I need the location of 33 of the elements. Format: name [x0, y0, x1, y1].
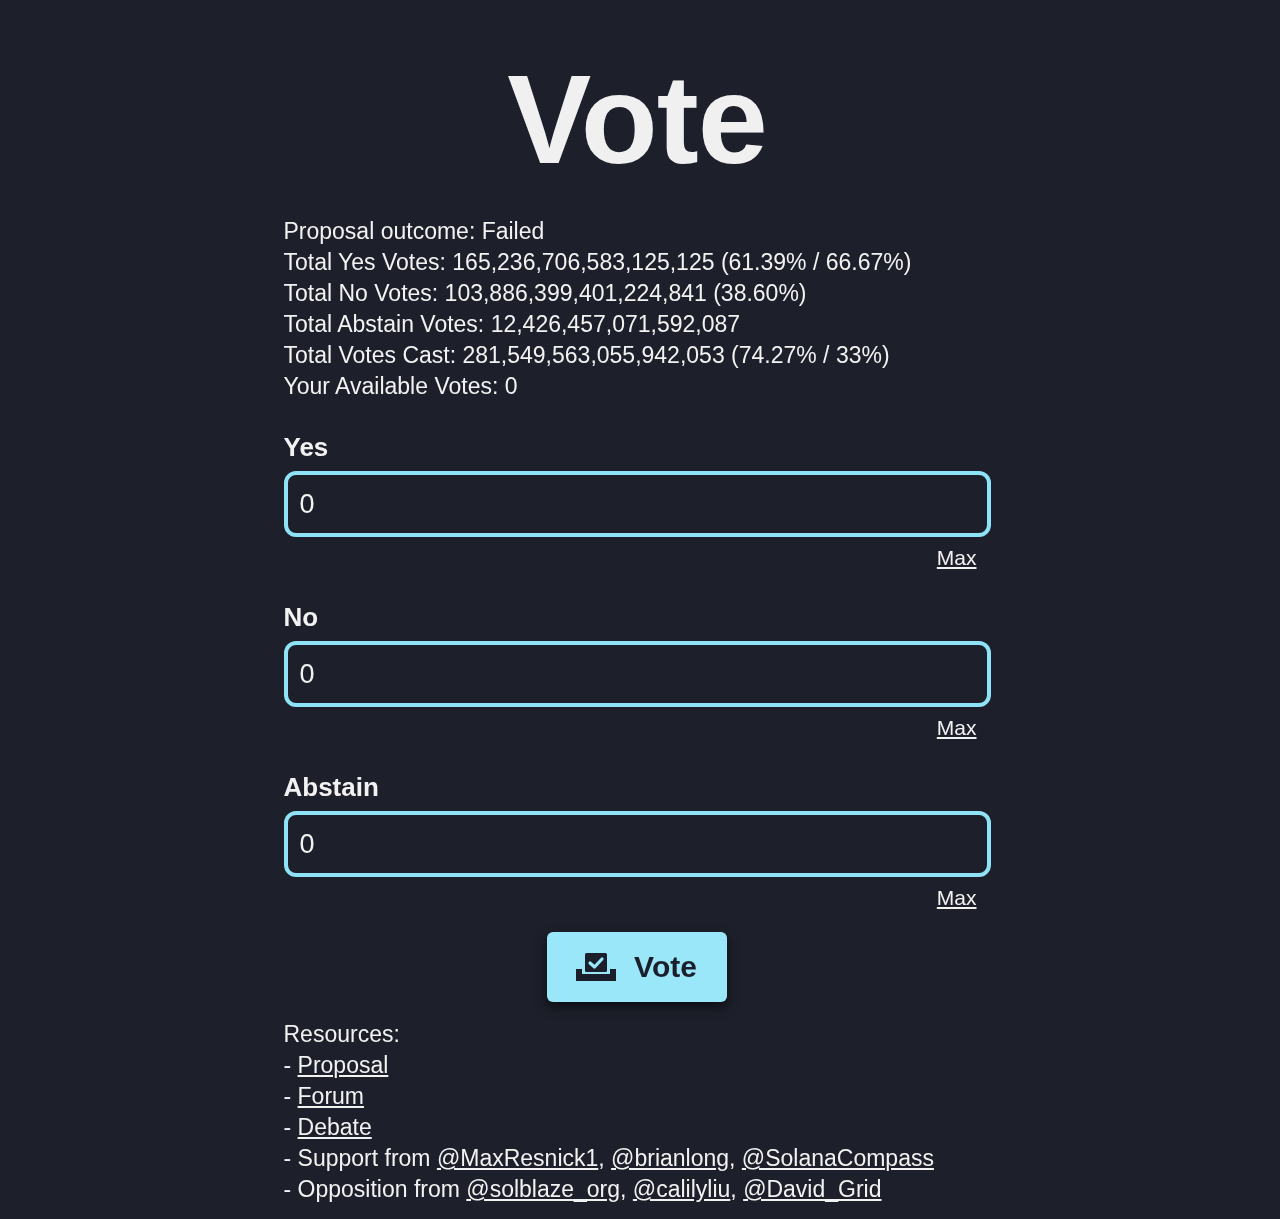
vote-stat-text: Proposal outcome: Failed	[283, 217, 545, 246]
resource-link[interactable]: Debate	[297, 1114, 372, 1140]
field-label: Yes	[283, 432, 329, 463]
resource-line: - Opposition from @solblaze_org, @calilyliu, @David_Grid	[283, 1175, 882, 1204]
resource-line: - Support from @MaxResnick1, @brianlong, @SolanaCompass	[283, 1144, 934, 1173]
vote-amount-field[interactable]: 0	[283, 471, 991, 537]
resource-line: - Forum	[283, 1082, 364, 1111]
max-link[interactable]: Max	[936, 884, 977, 912]
resource-line: - Proposal	[283, 1051, 389, 1080]
resource-link[interactable]: @calilyliu	[632, 1176, 731, 1202]
resource-link[interactable]: @SolanaCompass	[741, 1145, 934, 1171]
resource-link[interactable]: @MaxResnick1	[436, 1145, 599, 1171]
field-label: Abstain	[283, 772, 379, 803]
resource-link[interactable]: Forum	[297, 1083, 364, 1109]
resource-link[interactable]: Proposal	[297, 1052, 389, 1078]
max-link[interactable]: Max	[936, 544, 977, 572]
resource-link[interactable]: @David_Grid	[743, 1176, 882, 1202]
vote-stat-text: Total No Votes: 103,886,399,401,224,841 (38.60%)	[283, 279, 807, 308]
vote-stat-text: Your Available Votes: 0	[283, 372, 518, 401]
resource-line: - Debate	[283, 1113, 372, 1142]
vote-amount-field[interactable]: 0	[283, 811, 991, 877]
field-label: No	[283, 602, 319, 633]
vote-stat-text: Total Abstain Votes: 12,426,457,071,592,087	[283, 310, 741, 339]
max-link[interactable]: Max	[936, 714, 977, 742]
page-title: Vote	[507, 48, 767, 192]
resources-heading: Resources:	[283, 1020, 400, 1049]
vote-amount-field[interactable]: 0	[283, 641, 991, 707]
vote-stat-text: Total Votes Cast: 281,549,563,055,942,053 (74.27% / 33%)	[283, 341, 890, 370]
vote-button[interactable]: Vote	[547, 932, 727, 1002]
vote-stat-text: Total Yes Votes: 165,236,706,583,125,125 (61.39% / 66.67%)	[283, 248, 912, 277]
resource-link[interactable]: @solblaze_org	[466, 1176, 621, 1202]
resource-link[interactable]: @brianlong	[611, 1145, 730, 1171]
ballot-box-icon	[576, 953, 617, 981]
